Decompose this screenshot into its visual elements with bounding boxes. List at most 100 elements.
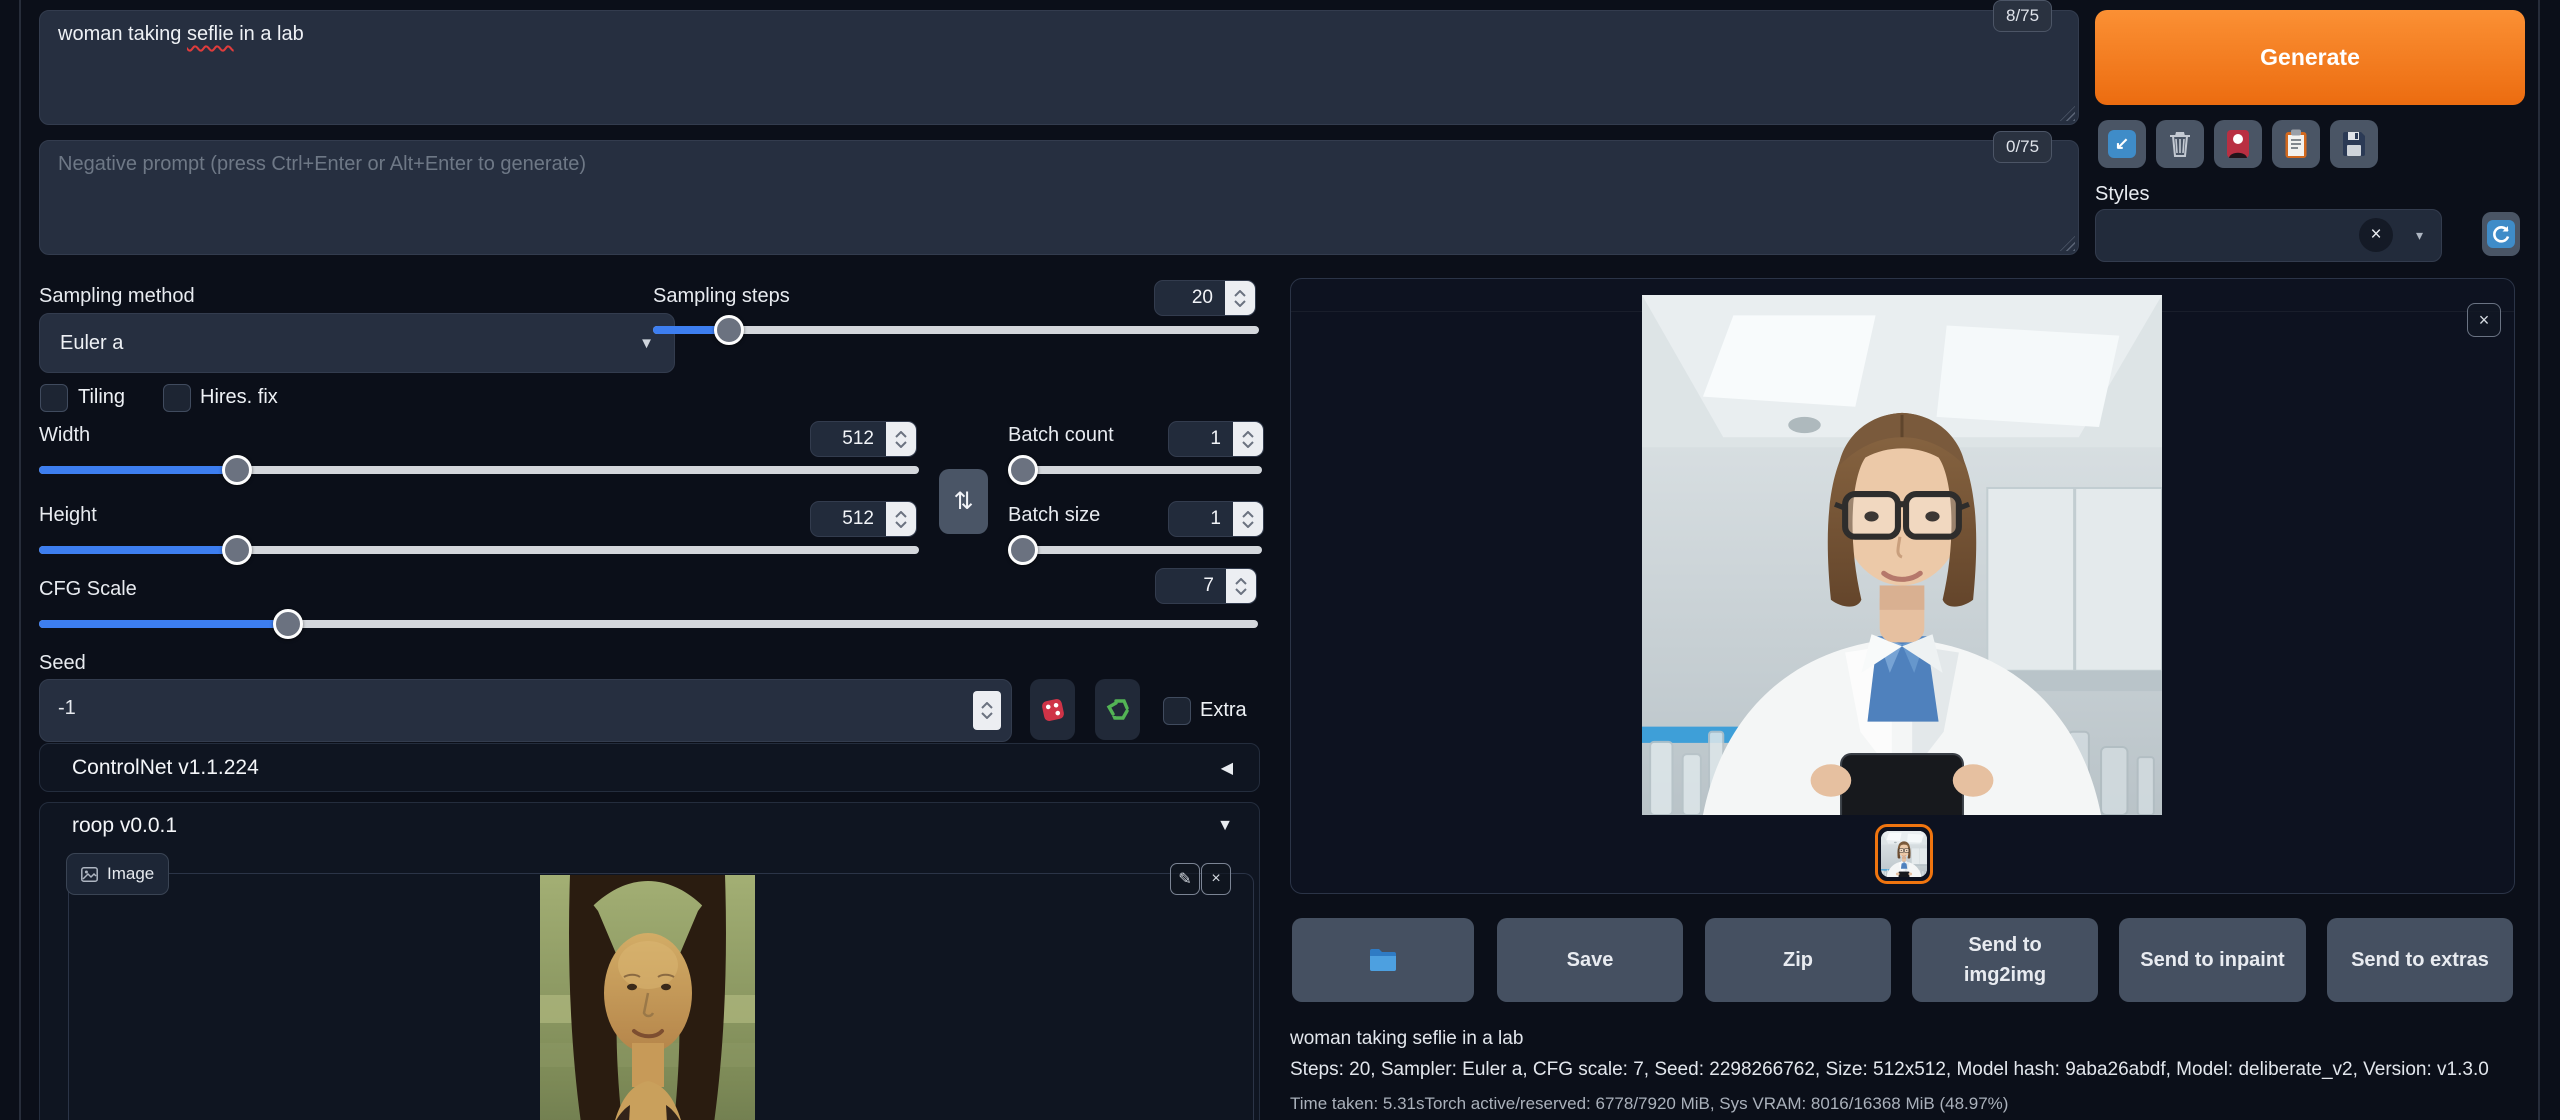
width-label: Width — [39, 424, 90, 447]
roop-accordion: roop v0.0.1 ▼ Image ✎ × — [39, 802, 1260, 1120]
batch-count-label: Batch count — [1008, 424, 1114, 447]
slider-thumb[interactable] — [1008, 455, 1038, 485]
batch-size-input[interactable]: 1 — [1168, 501, 1264, 537]
clear-image-button[interactable]: × — [1201, 863, 1231, 895]
sampling-method-label: Sampling method — [39, 285, 195, 308]
seed-input[interactable]: -1 — [39, 679, 1012, 742]
left-scroll-track[interactable] — [19, 0, 21, 1120]
negative-prompt-textarea[interactable] — [40, 141, 2078, 254]
cfg-scale-input[interactable]: 7 — [1155, 568, 1257, 604]
pencil-icon: ✎ — [1178, 869, 1191, 889]
close-gallery-button[interactable]: × — [2467, 303, 2501, 337]
image-icon — [81, 867, 98, 882]
tiling-label: Tiling — [78, 386, 125, 409]
right-scroll-track[interactable] — [2538, 0, 2540, 1120]
save-button[interactable]: Save — [1497, 918, 1683, 1002]
roop-title: roop v0.0.1 — [72, 814, 177, 838]
batch-size-slider[interactable] — [1008, 535, 1262, 565]
generate-button[interactable]: Generate — [2095, 10, 2525, 105]
spinner-icon[interactable] — [886, 422, 916, 456]
cfg-scale-slider[interactable] — [39, 609, 1258, 639]
clear-prompt-button[interactable] — [2156, 120, 2204, 168]
slider-thumb[interactable] — [222, 535, 252, 565]
spinner-icon[interactable] — [886, 502, 916, 536]
negative-prompt-box — [39, 140, 2079, 255]
edit-image-button[interactable]: ✎ — [1170, 863, 1200, 895]
txt2img-page: woman taking seflie in a lab 8/75 0/75 S… — [0, 0, 2560, 1120]
seed-value: -1 — [58, 697, 76, 720]
send-to-inpaint-button[interactable]: Send to inpaint — [2119, 918, 2306, 1002]
send-to-img2img-button[interactable]: Send to img2img — [1912, 918, 2098, 1002]
chevron-down-icon: ▾ — [2416, 227, 2423, 244]
apply-style-button[interactable] — [2272, 120, 2320, 168]
slider-thumb[interactable] — [714, 315, 744, 345]
spinner-icon[interactable] — [973, 691, 1001, 730]
open-folder-button[interactable] — [1292, 918, 1474, 1002]
batch-count-slider[interactable] — [1008, 455, 1262, 485]
random-seed-button[interactable] — [1030, 679, 1075, 740]
reuse-seed-button[interactable] — [1095, 679, 1140, 740]
tiling-checkbox[interactable] — [40, 384, 68, 412]
extra-seed-checkbox[interactable] — [1163, 697, 1191, 725]
zip-button[interactable]: Zip — [1705, 918, 1891, 1002]
controlnet-title: ControlNet v1.1.224 — [72, 756, 259, 780]
misspelled-word: seflie — [187, 23, 234, 45]
chevron-left-icon: ◀ — [1221, 758, 1233, 778]
prompt-textarea[interactable]: woman taking seflie in a lab — [39, 10, 2079, 125]
spinner-icon[interactable] — [1225, 281, 1255, 315]
roop-face-image — [540, 875, 755, 1120]
height-input[interactable]: 512 — [810, 501, 917, 537]
controlnet-accordion[interactable]: ControlNet v1.1.224 ◀ — [39, 743, 1260, 792]
sampling-steps-label: Sampling steps — [653, 285, 790, 308]
send-to-extras-button[interactable]: Send to extras — [2327, 918, 2513, 1002]
slider-thumb[interactable] — [1008, 535, 1038, 565]
width-input[interactable]: 512 — [810, 421, 917, 457]
resize-handle-icon[interactable] — [2060, 106, 2075, 121]
styles-label: Styles — [2095, 183, 2149, 206]
refresh-icon — [2487, 220, 2515, 248]
width-slider[interactable] — [39, 455, 919, 485]
swap-arrows-icon: ⇅ — [953, 487, 973, 516]
sampling-method-dropdown[interactable]: Euler a ▼ — [39, 313, 675, 373]
tab-image[interactable]: Image — [66, 853, 169, 895]
sampling-method-value: Euler a — [60, 332, 123, 355]
dice-icon — [1038, 695, 1068, 725]
hires-fix-checkbox[interactable] — [163, 384, 191, 412]
roop-image-dropzone[interactable]: ✎ × — [68, 873, 1254, 1120]
spinner-icon[interactable] — [1233, 502, 1263, 536]
spinner-icon[interactable] — [1233, 422, 1263, 456]
refresh-styles-button[interactable] — [2482, 212, 2520, 256]
chevron-down-icon: ▼ — [1217, 817, 1233, 835]
clear-styles-button[interactable]: × — [2359, 218, 2393, 252]
result-prompt-text: woman taking seflie in a lab — [1290, 1028, 1523, 1050]
trash-icon — [2167, 130, 2193, 158]
generated-image[interactable] — [1642, 295, 2162, 815]
close-icon: × — [2370, 224, 2381, 246]
slider-thumb[interactable] — [222, 455, 252, 485]
save-style-button[interactable] — [2330, 120, 2378, 168]
prompt-text: woman taking seflie in a lab — [58, 23, 304, 46]
gallery-thumbnail-selected[interactable] — [1875, 824, 1933, 884]
floppy-disk-icon — [2341, 130, 2367, 158]
result-params-text: Steps: 20, Sampler: Euler a, CFG scale: … — [1290, 1059, 2489, 1081]
extra-networks-button[interactable] — [2214, 120, 2262, 168]
sampling-steps-slider[interactable] — [653, 315, 1259, 345]
slider-thumb[interactable] — [273, 609, 303, 639]
height-label: Height — [39, 504, 97, 527]
chevron-down-icon: ▼ — [639, 335, 654, 352]
seed-label: Seed — [39, 652, 86, 675]
hires-fix-label: Hires. fix — [200, 386, 278, 409]
result-gallery-panel: × — [1290, 278, 2515, 894]
styles-dropdown[interactable]: × ▾ — [2095, 209, 2442, 262]
close-icon: × — [1211, 870, 1220, 888]
sampling-steps-input[interactable]: 20 — [1154, 280, 1256, 316]
read-params-button[interactable]: ↙ — [2098, 120, 2146, 168]
card-icon — [2226, 129, 2250, 159]
roop-accordion-header[interactable]: roop v0.0.1 ▼ — [40, 803, 1259, 849]
prompt-token-counter: 8/75 — [1993, 0, 2052, 32]
height-slider[interactable] — [39, 535, 919, 565]
batch-count-input[interactable]: 1 — [1168, 421, 1264, 457]
spinner-icon[interactable] — [1226, 569, 1256, 603]
result-time-text: Time taken: 5.31sTorch active/reserved: … — [1290, 1094, 2008, 1114]
switch-width-height-button[interactable]: ⇅ — [939, 469, 988, 534]
